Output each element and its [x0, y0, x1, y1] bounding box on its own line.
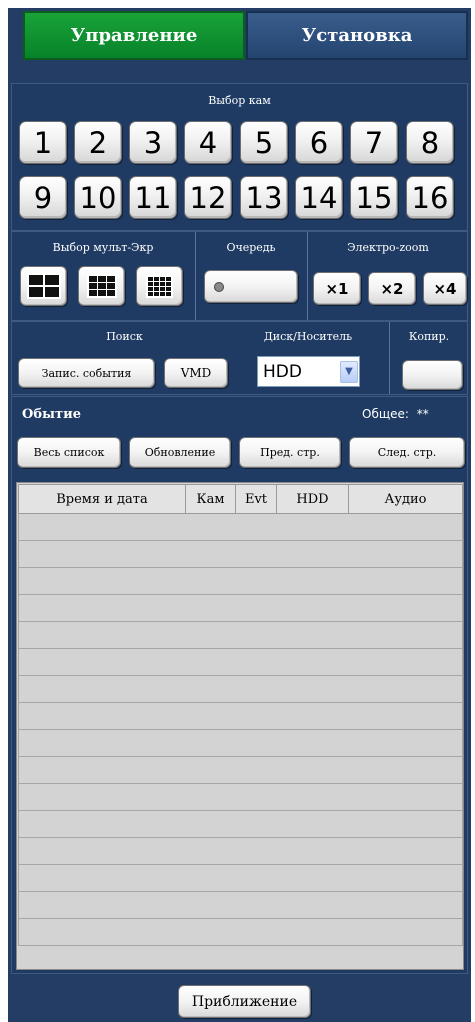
copy-label: Копир. — [408, 330, 450, 343]
table-cell — [18, 810, 463, 838]
table-cell — [18, 702, 463, 730]
camera-button-15[interactable]: 15 — [350, 176, 398, 219]
camera-button-3[interactable]: 3 — [129, 121, 177, 164]
event-search-button[interactable]: Запис. события — [18, 358, 155, 388]
table-row[interactable] — [18, 783, 463, 811]
nine-grid-icon — [86, 274, 117, 298]
disk-label: Диск/Носитель — [263, 330, 353, 343]
disk-select[interactable]: HDD ▼ — [257, 356, 360, 387]
table-row[interactable] — [18, 648, 463, 676]
table-row[interactable] — [18, 756, 463, 784]
camera-button-9[interactable]: 9 — [19, 176, 67, 219]
ezoom-x4-button[interactable]: ×4 — [423, 272, 467, 305]
table-cell — [18, 918, 463, 946]
event-total-label: Общее: — [362, 407, 409, 421]
table-row[interactable] — [18, 891, 463, 919]
table-cell — [18, 540, 463, 568]
control-panel: Управление Установка Выбор кам 12345678 9… — [8, 8, 471, 1022]
table-row[interactable] — [18, 864, 463, 892]
table-row[interactable] — [18, 675, 463, 703]
ezoom-label: Электро-zoom — [347, 241, 429, 254]
table-row[interactable] — [18, 918, 463, 946]
tab-control[interactable]: Управление — [23, 11, 245, 60]
event-table: Время и дата Кам Evt HDD Аудио — [18, 484, 463, 946]
ezoom-x1-button[interactable]: ×1 — [313, 272, 361, 305]
search-label: Поиск — [106, 330, 143, 343]
column-header: Время и дата — [18, 484, 186, 514]
table-header: Время и дата Кам Evt HDD Аудио — [18, 484, 463, 514]
table-cell — [18, 621, 463, 649]
tab-setup[interactable]: Установка — [246, 11, 468, 60]
table-row[interactable] — [18, 513, 463, 541]
copy-button[interactable] — [402, 360, 463, 390]
camera-button-8[interactable]: 8 — [406, 121, 454, 164]
table-row[interactable] — [18, 702, 463, 730]
table-cell — [18, 729, 463, 757]
camera-button-2[interactable]: 2 — [74, 121, 122, 164]
multiscreen-label: Выбор мульт-Экр — [52, 241, 154, 254]
sixteen-grid-icon — [146, 274, 173, 298]
camera-button-14[interactable]: 14 — [295, 176, 343, 219]
camera-button-10[interactable]: 10 — [74, 176, 122, 219]
prev-page-button[interactable]: Пред. стр. — [239, 437, 341, 468]
table-cell — [18, 567, 463, 595]
vmd-button[interactable]: VMD — [164, 358, 228, 388]
sequence-button[interactable] — [204, 270, 298, 303]
camera-button-11[interactable]: 11 — [129, 176, 177, 219]
table-cell — [18, 837, 463, 865]
camera-button-13[interactable]: 13 — [240, 176, 288, 219]
layout-nine-button[interactable] — [78, 266, 125, 306]
table-cell — [18, 756, 463, 784]
table-row[interactable] — [18, 621, 463, 649]
quad-grid-icon — [26, 273, 61, 299]
next-page-button[interactable]: След. стр. — [349, 437, 465, 468]
event-list-title: Обытие — [22, 407, 81, 422]
column-header: HDD — [276, 484, 349, 514]
sequence-label: Очередь — [226, 241, 276, 254]
table-cell — [18, 648, 463, 676]
table-cell — [18, 594, 463, 622]
display-controls-section: Выбор мульт-Экр Очередь Электро-zoom ×1 … — [11, 231, 468, 321]
table-cell — [18, 675, 463, 703]
event-total-value: ** — [416, 407, 429, 421]
layout-quad-button[interactable] — [20, 266, 67, 306]
camera-button-5[interactable]: 5 — [240, 121, 288, 164]
camera-button-16[interactable]: 16 — [406, 176, 454, 219]
layout-sixteen-button[interactable] — [136, 266, 183, 306]
ezoom-x2-button[interactable]: ×2 — [368, 272, 416, 305]
table-row[interactable] — [18, 837, 463, 865]
table-body — [18, 513, 463, 946]
camera-button-1[interactable]: 1 — [19, 121, 67, 164]
table-cell — [18, 783, 463, 811]
chevron-down-icon[interactable]: ▼ — [340, 360, 358, 383]
table-cell — [18, 891, 463, 919]
table-row[interactable] — [18, 540, 463, 568]
disk-select-value: HDD — [263, 361, 302, 382]
column-header: Кам — [185, 484, 236, 514]
event-total: Общее: ** — [362, 407, 429, 421]
table-row[interactable] — [18, 567, 463, 595]
search-section: Поиск Диск/Носитель Копир. Запис. событи… — [11, 321, 468, 395]
table-row[interactable] — [18, 729, 463, 757]
table-cell — [18, 864, 463, 892]
column-header: Аудио — [348, 484, 463, 514]
table-cell — [18, 513, 463, 541]
camera-button-6[interactable]: 6 — [295, 121, 343, 164]
zoom-in-button[interactable]: Приближение — [178, 985, 311, 1018]
all-list-button[interactable]: Весь список — [17, 437, 121, 468]
camera-button-12[interactable]: 12 — [184, 176, 232, 219]
refresh-button[interactable]: Обновление — [129, 437, 231, 468]
sequence-led-icon — [214, 281, 224, 292]
camera-button-4[interactable]: 4 — [184, 121, 232, 164]
camera-button-7[interactable]: 7 — [350, 121, 398, 164]
camera-select-section: Выбор кам 1 2 3 4 5 6 7 8 9 10 11 12 13 14 15 16 — [11, 83, 468, 231]
table-row[interactable] — [18, 810, 463, 838]
camera-select-label: Выбор кам — [208, 94, 271, 107]
table-row[interactable] — [18, 594, 463, 622]
column-header: Evt — [235, 484, 277, 514]
